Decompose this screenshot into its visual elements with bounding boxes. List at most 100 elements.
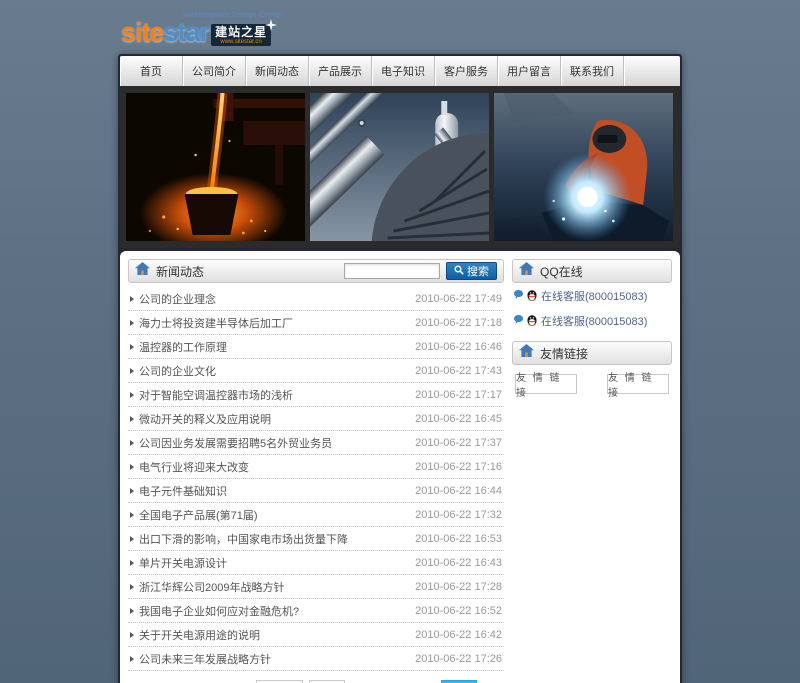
news-list-item[interactable]: 公司的企业理念 2010-06-22 17:49 bbox=[128, 287, 504, 311]
qq-section-title: QQ在线 bbox=[540, 263, 583, 280]
news-list-item[interactable]: 出口下滑的影响，中国家电市场出货量下降 2010-06-22 16:53 bbox=[128, 527, 504, 551]
qq-service-label: 在线客服(800015083) bbox=[541, 288, 647, 304]
news-item-title: 公司未来三年发展战略方针 bbox=[139, 651, 407, 667]
news-item-title: 对于智能空调温控器市场的浅析 bbox=[139, 387, 407, 403]
news-item-date: 2010-06-22 17:49 bbox=[415, 293, 502, 305]
news-item-date: 2010-06-22 17:43 bbox=[415, 365, 502, 377]
news-list-item[interactable]: 全国电子产品展(第71届) 2010-06-22 17:32 bbox=[128, 503, 504, 527]
qq-service-link[interactable]: 在线客服(800015083) bbox=[512, 308, 672, 333]
news-list: 公司的企业理念 2010-06-22 17:49 海力士将投资建半导体后加工厂 … bbox=[128, 287, 504, 671]
bullet-arrow-icon bbox=[130, 560, 134, 566]
qq-penguin-icon bbox=[526, 314, 538, 329]
news-item-date: 2010-06-22 16:53 bbox=[415, 533, 502, 545]
news-list-item[interactable]: 电子元件基础知识 2010-06-22 16:44 bbox=[128, 479, 504, 503]
bullet-arrow-icon bbox=[130, 440, 134, 446]
content-panel: 新闻动态 搜索 公司的企业理念 bbox=[120, 251, 680, 683]
search-icon bbox=[454, 265, 464, 278]
bullet-arrow-icon bbox=[130, 512, 134, 518]
bullet-arrow-icon bbox=[130, 416, 134, 422]
home-icon bbox=[519, 344, 534, 362]
friend-link[interactable]: 友 情 链 接 bbox=[607, 374, 669, 394]
friend-link[interactable]: 友 情 链 接 bbox=[515, 374, 577, 394]
header: Webtemplate Design Center sitestar 建站之星 … bbox=[118, 8, 682, 54]
news-list-item[interactable]: 海力士将投资建半导体后加工厂 2010-06-22 17:18 bbox=[128, 311, 504, 335]
news-item-title: 电气行业将迎来大改变 bbox=[139, 459, 407, 475]
nav-item[interactable]: 电子知识 bbox=[372, 56, 435, 86]
news-item-date: 2010-06-22 17:37 bbox=[415, 437, 502, 449]
news-list-item[interactable]: 微动开关的释义及应用说明 2010-06-22 16:45 bbox=[128, 407, 504, 431]
news-item-title: 浙江华辉公司2009年战略方针 bbox=[139, 579, 407, 595]
logo-badge: 建站之星 www.sitestar.cn bbox=[211, 24, 271, 46]
news-list-item[interactable]: 电气行业将迎来大改变 2010-06-22 17:16 bbox=[128, 455, 504, 479]
nav-item[interactable]: 公司简介 bbox=[183, 56, 246, 86]
news-list-item[interactable]: 关于开关电源用途的说明 2010-06-22 16:42 bbox=[128, 623, 504, 647]
news-list-item[interactable]: 单片开关电源设计 2010-06-22 16:43 bbox=[128, 551, 504, 575]
nav-item[interactable]: 联系我们 bbox=[561, 56, 624, 86]
news-item-date: 2010-06-22 16:43 bbox=[415, 557, 502, 569]
news-list-item[interactable]: 公司因业务发展需要招聘5名外贸业务员 2010-06-22 17:37 bbox=[128, 431, 504, 455]
nav-item[interactable]: 客户服务 bbox=[435, 56, 498, 86]
bullet-arrow-icon bbox=[130, 584, 134, 590]
bullet-arrow-icon bbox=[130, 632, 134, 638]
site-logo[interactable]: Webtemplate Design Center sitestar 建站之星 … bbox=[121, 12, 283, 46]
links-section-title: 友情链接 bbox=[540, 345, 588, 362]
news-list-item[interactable]: 温控器的工作原理 2010-06-22 16:46 bbox=[128, 335, 504, 359]
news-list-item[interactable]: 浙江华辉公司2009年战略方针 2010-06-22 17:28 bbox=[128, 575, 504, 599]
news-item-date: 2010-06-22 16:42 bbox=[415, 629, 502, 641]
bullet-arrow-icon bbox=[130, 488, 134, 494]
search-input[interactable] bbox=[344, 263, 440, 279]
logo-badge-url: www.sitestar.cn bbox=[215, 39, 267, 45]
banner-photo-foundry bbox=[126, 93, 305, 241]
news-header-bar: 新闻动态 搜索 bbox=[128, 259, 504, 283]
search-button[interactable]: 搜索 bbox=[446, 262, 497, 280]
news-list-item[interactable]: 我国电子企业如何应对金融危机? 2010-06-22 16:52 bbox=[128, 599, 504, 623]
nav-filler bbox=[624, 56, 680, 86]
qq-penguin-icon bbox=[526, 289, 538, 304]
news-list-item[interactable]: 公司未来三年发展战略方针 2010-06-22 17:26 bbox=[128, 647, 504, 671]
chat-bubble-icon bbox=[514, 315, 523, 327]
qq-list: 在线客服(800015083) 在线客服(800015083) bbox=[512, 283, 672, 333]
news-item-title: 关于开关电源用途的说明 bbox=[139, 627, 407, 643]
home-icon bbox=[519, 262, 534, 280]
news-item-date: 2010-06-22 17:16 bbox=[415, 461, 502, 473]
bullet-arrow-icon bbox=[130, 536, 134, 542]
chat-bubble-icon bbox=[514, 290, 523, 302]
page: Webtemplate Design Center sitestar 建站之星 … bbox=[118, 8, 682, 683]
news-item-title: 单片开关电源设计 bbox=[139, 555, 407, 571]
logo-wordmark: sitestar bbox=[121, 19, 209, 46]
news-item-date: 2010-06-22 16:45 bbox=[415, 413, 502, 425]
news-section-title: 新闻动态 bbox=[156, 263, 204, 280]
news-item-date: 2010-06-22 17:28 bbox=[415, 581, 502, 593]
news-item-title: 海力士将投资建半导体后加工厂 bbox=[139, 315, 407, 331]
nav-item[interactable]: 产品展示 bbox=[309, 56, 372, 86]
nav-item[interactable]: 首页 bbox=[120, 56, 183, 86]
main-shell: 首页 公司简介 新闻动态 产品展示 电子知识 客户服务 用户留言 联系我们 /*… bbox=[118, 54, 682, 683]
news-item-date: 2010-06-22 17:26 bbox=[415, 653, 502, 665]
news-item-date: 2010-06-22 17:18 bbox=[415, 317, 502, 329]
banner bbox=[120, 86, 680, 248]
banner-photo-pipes bbox=[310, 93, 489, 241]
bullet-arrow-icon bbox=[130, 296, 134, 302]
main-nav: 首页 公司简介 新闻动态 产品展示 电子知识 客户服务 用户留言 联系我们 bbox=[120, 56, 680, 86]
friend-links: 友 情 链 接 友 情 链 接 bbox=[512, 365, 672, 394]
news-item-date: 2010-06-22 17:17 bbox=[415, 389, 502, 401]
news-item-title: 全国电子产品展(第71届) bbox=[139, 507, 407, 523]
news-item-date: 2010-06-22 17:32 bbox=[415, 509, 502, 521]
news-item-date: 2010-06-22 16:46 bbox=[415, 341, 502, 353]
news-list-item[interactable]: 公司的企业文化 2010-06-22 17:43 bbox=[128, 359, 504, 383]
news-item-title: 出口下滑的影响，中国家电市场出货量下降 bbox=[139, 531, 407, 547]
bullet-arrow-icon bbox=[130, 320, 134, 326]
news-item-title: 电子元件基础知识 bbox=[139, 483, 407, 499]
qq-service-link[interactable]: 在线客服(800015083) bbox=[512, 283, 672, 308]
qq-header-bar: QQ在线 bbox=[512, 259, 672, 283]
bullet-arrow-icon bbox=[130, 344, 134, 350]
sparkle-icon bbox=[265, 19, 277, 35]
news-item-title: 微动开关的释义及应用说明 bbox=[139, 411, 407, 427]
news-item-title: 公司的企业理念 bbox=[139, 291, 407, 307]
news-list-item[interactable]: 对于智能空调温控器市场的浅析 2010-06-22 17:17 bbox=[128, 383, 504, 407]
news-item-title: 公司因业务发展需要招聘5名外贸业务员 bbox=[139, 435, 407, 451]
news-item-title: 温控器的工作原理 bbox=[139, 339, 407, 355]
nav-item[interactable]: 用户留言 bbox=[498, 56, 561, 86]
nav-item[interactable]: 新闻动态 bbox=[246, 56, 309, 86]
news-item-title: 我国电子企业如何应对金融危机? bbox=[139, 603, 407, 619]
